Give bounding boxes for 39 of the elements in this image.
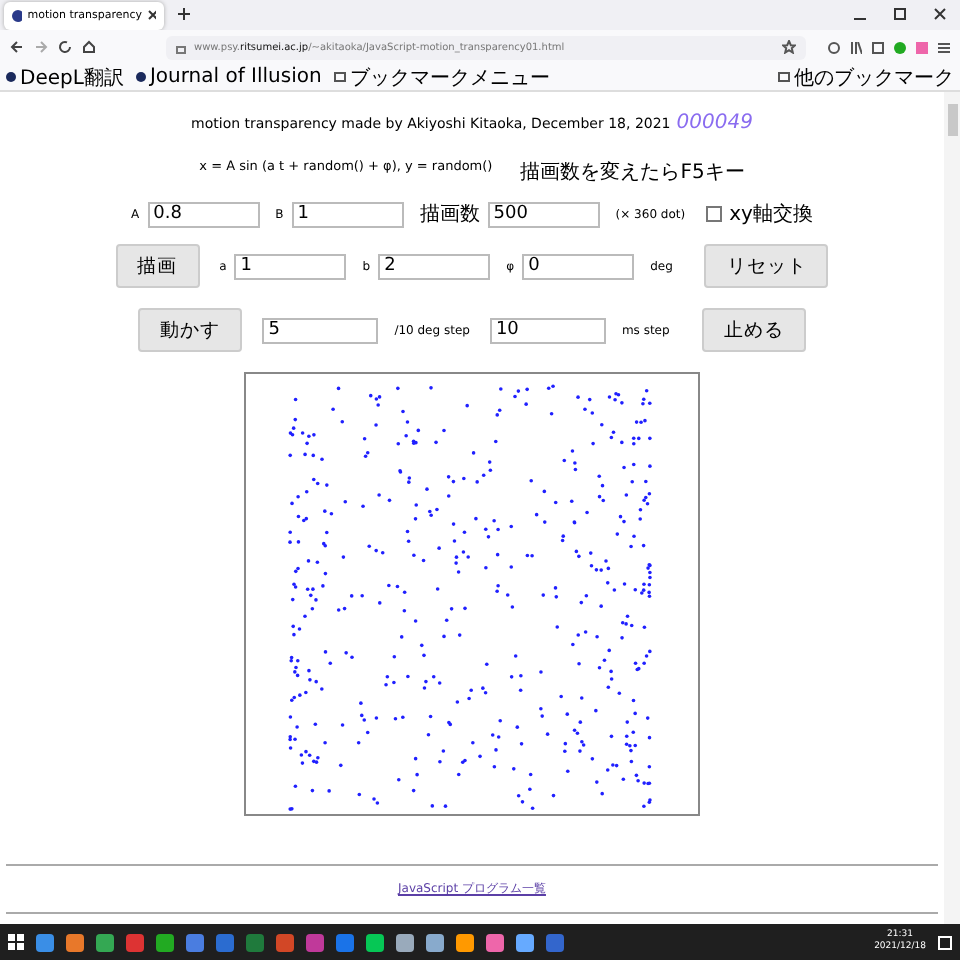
field-label: 描画数 (419, 201, 480, 228)
scrollbar-thumb[interactable] (947, 104, 957, 136)
folder-icon (333, 72, 346, 82)
bookmark-item[interactable]: Journal of Illusion (135, 66, 322, 88)
restore-icon[interactable] (894, 7, 906, 19)
bookmark-item[interactable]: DeepL翻訳 (6, 63, 124, 91)
action-button[interactable]: 止める (701, 308, 806, 352)
globe-icon (12, 9, 22, 21)
folder-icon (778, 72, 790, 82)
back-icon[interactable] (10, 40, 24, 54)
input-field[interactable]: 1 (234, 253, 347, 279)
action-button[interactable]: 動かす (138, 308, 243, 352)
site-icon (6, 72, 16, 82)
input-field[interactable]: 2 (378, 253, 491, 279)
menu-icon[interactable] (938, 41, 950, 53)
plus-icon[interactable] (178, 7, 190, 19)
visit-counter: 000049 (676, 112, 753, 134)
input-field[interactable]: 5 (262, 317, 379, 343)
bookmark-item[interactable]: ブックマークメニュー (333, 63, 550, 91)
checkbox-label: xy軸交換 (729, 201, 813, 228)
checkbox[interactable] (705, 206, 722, 222)
input-field[interactable]: 0 (522, 253, 635, 279)
note-text: 描画数を変えたらF5キー (520, 159, 745, 186)
input-field[interactable]: 0.8 (147, 201, 260, 227)
input-field[interactable]: 10 (489, 317, 606, 343)
bookmark-item[interactable]: 他のブックマーク (778, 63, 954, 91)
input-field[interactable]: 1 (291, 201, 404, 227)
star-icon[interactable] (782, 40, 796, 54)
close-icon[interactable] (934, 7, 946, 19)
action-button[interactable]: リセット (704, 244, 829, 288)
input-field[interactable]: 500 (487, 201, 600, 227)
notification-icon[interactable] (938, 935, 952, 949)
windows-icon[interactable] (8, 934, 24, 950)
reload-icon[interactable] (58, 40, 72, 54)
home-icon[interactable] (82, 40, 96, 54)
site-icon (135, 72, 146, 82)
action-button[interactable]: 描画 (115, 244, 200, 288)
close-icon[interactable] (148, 10, 156, 20)
minimize-icon[interactable] (854, 17, 866, 19)
